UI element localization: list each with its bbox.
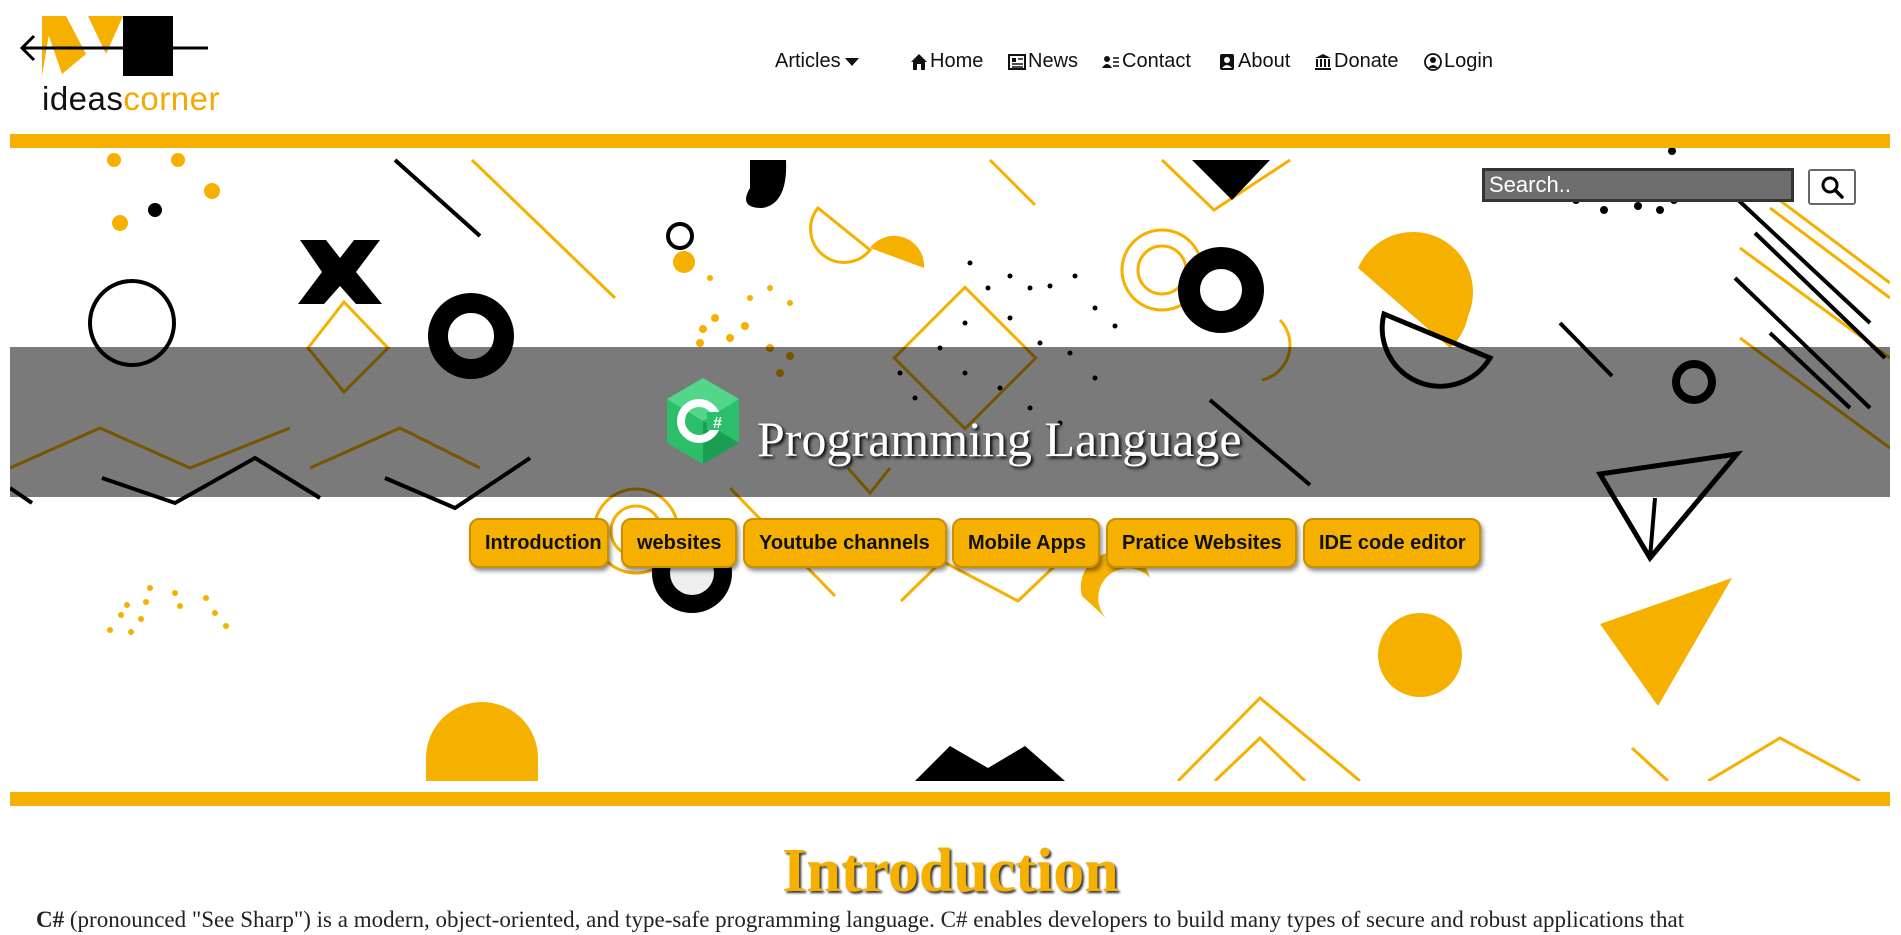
- caret-down-icon: [844, 57, 859, 66]
- header-divider: [10, 134, 1890, 148]
- nav-about-label: About: [1238, 50, 1291, 72]
- bank-icon: [1315, 53, 1331, 70]
- nav-donate-label: Donate: [1334, 50, 1399, 72]
- search-button[interactable]: [1808, 169, 1856, 205]
- nav-articles-label: Articles: [775, 50, 841, 72]
- logo-word-corner: corner: [123, 80, 220, 117]
- nav-login[interactable]: Login: [1424, 50, 1493, 73]
- nav-news[interactable]: News: [1008, 50, 1078, 73]
- nav-home[interactable]: Home: [910, 50, 983, 73]
- csharp-logo-icon: #: [667, 378, 739, 464]
- hero-banner: # Programming Language Introduction webs…: [10, 148, 1890, 781]
- logo-word-ideas: ideas: [42, 80, 124, 117]
- intro-body: (pronounced "See Sharp") is a modern, ob…: [64, 907, 1685, 932]
- tab-pratice-websites[interactable]: Pratice Websites: [1106, 518, 1297, 568]
- intro-heading: Introduction: [782, 837, 1119, 905]
- search-input[interactable]: [1482, 168, 1794, 202]
- nav-home-label: Home: [930, 50, 984, 72]
- site-header: ideascorner Articles Home News Contact A…: [0, 0, 1901, 134]
- tab-ide-code-editor[interactable]: IDE code editor: [1303, 518, 1481, 568]
- logo-mark-icon: [19, 16, 208, 76]
- id-badge-icon: [1220, 53, 1234, 70]
- nav-articles[interactable]: Articles: [775, 50, 861, 73]
- nav-contact[interactable]: Contact: [1102, 50, 1191, 73]
- nav-donate[interactable]: Donate: [1314, 50, 1399, 73]
- newspaper-icon: [1008, 53, 1026, 70]
- intro-lead: C#: [36, 907, 65, 932]
- home-icon: [911, 53, 927, 70]
- tab-websites[interactable]: websites: [621, 518, 737, 568]
- logo-text: ideascorner: [42, 80, 220, 118]
- nav-news-label: News: [1028, 50, 1079, 72]
- nav-about[interactable]: About: [1218, 50, 1290, 73]
- hero-title: Programming Language: [757, 411, 1242, 467]
- user-circle-icon: [1424, 52, 1442, 71]
- tab-youtube-channels[interactable]: Youtube channels: [743, 518, 947, 568]
- nav-contact-label: Contact: [1122, 50, 1191, 72]
- nav-login-label: Login: [1444, 50, 1493, 72]
- search-icon: [1821, 176, 1844, 199]
- contact-card-icon: [1102, 55, 1119, 68]
- svg-text:#: #: [713, 415, 722, 432]
- tab-introduction[interactable]: Introduction: [469, 518, 609, 568]
- hero-bottom-divider: [10, 792, 1890, 806]
- tab-mobile-apps[interactable]: Mobile Apps: [952, 518, 1100, 568]
- site-logo[interactable]: ideascorner: [18, 14, 219, 118]
